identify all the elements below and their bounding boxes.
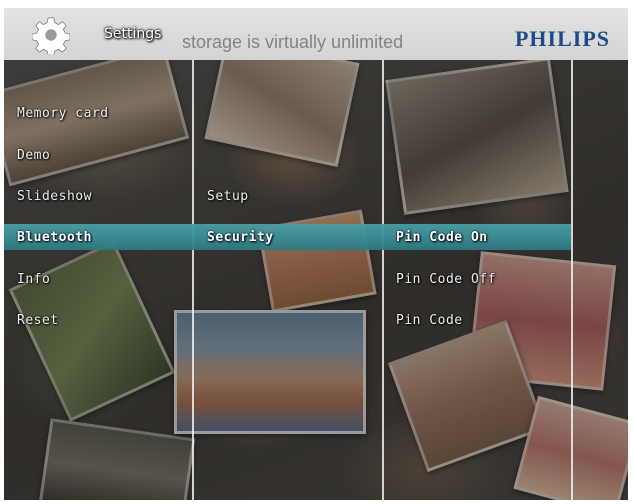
header-background-text: storage is virtually unlimited — [182, 32, 404, 52]
menu-item-info[interactable]: Info — [17, 272, 50, 287]
menu-item-pin-code[interactable]: Pin Code — [396, 313, 463, 328]
menu-item-demo[interactable]: Demo — [17, 148, 50, 163]
menu-item-pin-code-off[interactable]: Pin Code Off — [396, 272, 496, 287]
menu-item-bluetooth[interactable]: Bluetooth — [17, 230, 92, 245]
column-divider — [192, 60, 194, 500]
column-divider — [382, 60, 384, 500]
menu-item-slideshow[interactable]: Slideshow — [17, 189, 92, 204]
menu-item-reset[interactable]: Reset — [17, 313, 59, 328]
photo-collage-background — [4, 8, 628, 500]
gear-icon — [32, 17, 70, 54]
background-shade — [4, 8, 628, 500]
menu-item-memory-card[interactable]: Memory card — [17, 106, 109, 121]
header-title: Settings — [104, 26, 162, 42]
column-divider — [571, 60, 573, 500]
menu-item-pin-code-on[interactable]: Pin Code On — [396, 230, 488, 245]
brand-logo: PHILIPS — [514, 26, 610, 51]
header-bar: storage is virtually unlimited Settings … — [4, 8, 628, 60]
menu-item-security[interactable]: Security — [207, 230, 274, 245]
menu-item-setup[interactable]: Setup — [207, 189, 249, 204]
